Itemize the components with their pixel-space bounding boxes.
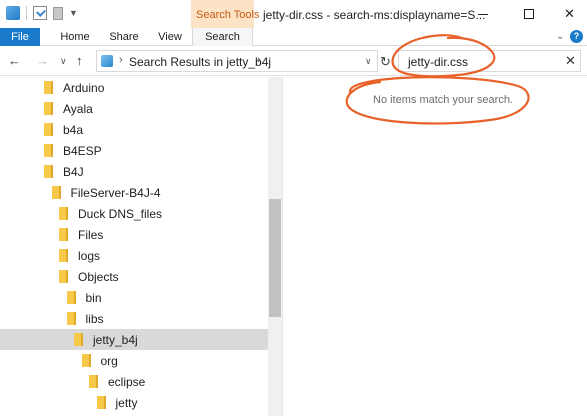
folder-icon: [44, 144, 53, 157]
tree-item-label: Files: [78, 227, 104, 242]
tree-item[interactable]: Arduino: [0, 77, 104, 98]
tree-item[interactable]: Duck DNS_files: [0, 203, 162, 224]
address-dropdown-chevron-icon[interactable]: ∨: [365, 56, 372, 67]
tree-item[interactable]: Files: [0, 224, 103, 245]
tree-item-label: eclipse: [108, 374, 146, 389]
tab-share[interactable]: Share: [104, 28, 144, 46]
tree-item-label: jetty: [115, 395, 138, 410]
navigation-bar: ← → ∨ ↑ › Search Results in jetty_b4j › …: [0, 46, 587, 76]
folder-icon: [89, 375, 98, 388]
window-title: jetty-dir.css - search-ms:displayname=S.…: [263, 8, 486, 22]
tree-item[interactable]: jetty_b4j: [0, 329, 268, 350]
empty-results-message: No items match your search.: [373, 94, 513, 106]
ribbon-tabs: File Home Share View Search ⌄ ?: [0, 28, 587, 47]
refresh-icon[interactable]: ↻: [380, 54, 391, 70]
help-icon[interactable]: ?: [570, 30, 583, 43]
minimize-button[interactable]: [460, 0, 506, 28]
tree-item-label: FileServer-B4J-4: [70, 185, 161, 200]
new-folder-icon[interactable]: [53, 6, 63, 20]
scrollbar-thumb[interactable]: [269, 199, 281, 317]
minimize-icon: [478, 13, 488, 15]
tree-item[interactable]: eclipse: [0, 371, 145, 392]
tree-item-label: Objects: [78, 269, 119, 284]
tree-item-label: bin: [85, 290, 102, 305]
quick-access-toolbar: ▼: [6, 6, 78, 20]
tab-search[interactable]: Search: [192, 28, 253, 47]
search-results-icon: [101, 55, 113, 67]
folder-icon: [74, 333, 83, 346]
close-icon: ✕: [564, 6, 575, 21]
explorer-app-icon[interactable]: [6, 6, 20, 20]
folder-icon: [44, 165, 53, 178]
close-icon[interactable]: ✕: [565, 53, 576, 69]
tree-item-label: libs: [85, 311, 104, 326]
separator: [26, 6, 27, 20]
tree-item-label: b4a: [63, 122, 84, 137]
title-bar: ▼ Search Tools jetty-dir.css - search-ms…: [0, 0, 587, 30]
folder-icon: [44, 123, 53, 136]
folder-icon: [44, 102, 53, 115]
up-arrow-icon[interactable]: ↑: [76, 53, 83, 68]
search-tools-context-label: Search Tools: [196, 9, 260, 21]
tree-item[interactable]: libs: [0, 308, 104, 329]
folder-icon: [59, 249, 68, 262]
tree-item[interactable]: logs: [0, 245, 100, 266]
expand-ribbon-chevron-icon[interactable]: ⌄: [556, 31, 564, 42]
search-input[interactable]: jetty-dir.css: [408, 55, 468, 69]
properties-icon[interactable]: [33, 6, 47, 20]
address-bar[interactable]: › Search Results in jetty_b4j › ∨: [96, 50, 378, 72]
tree-item[interactable]: B4J: [0, 161, 84, 182]
folder-icon: [44, 81, 53, 94]
tree-item-label: B4ESP: [63, 143, 102, 158]
folder-icon: [59, 228, 68, 241]
tree-item[interactable]: jetty: [0, 392, 138, 413]
tree-item-label: Arduino: [63, 80, 105, 95]
tree-item[interactable]: FileServer-B4J-4: [0, 182, 161, 203]
tab-view[interactable]: View: [150, 28, 190, 46]
tree-item-label: Ayala: [63, 101, 93, 116]
close-window-button[interactable]: ✕: [552, 0, 587, 28]
folder-icon: [59, 207, 68, 220]
tree-item-label: B4J: [63, 164, 84, 179]
tab-home[interactable]: Home: [55, 28, 95, 46]
forward-arrow-icon[interactable]: →: [36, 53, 49, 68]
customize-toolbar-chevron-icon[interactable]: ▼: [69, 8, 78, 18]
folder-icon: [59, 270, 68, 283]
tree-item[interactable]: bin: [0, 287, 102, 308]
tree-item[interactable]: org: [0, 350, 118, 371]
tree-item-label: org: [100, 353, 118, 368]
folder-icon: [66, 312, 76, 325]
folder-icon: [81, 354, 91, 367]
tree-item-label: jetty_b4j: [93, 332, 138, 347]
tab-file[interactable]: File: [0, 28, 40, 46]
tree-item[interactable]: B4ESP: [0, 140, 102, 161]
tree-item[interactable]: Ayala: [0, 98, 93, 119]
recent-locations-chevron-icon[interactable]: ∨: [60, 56, 67, 67]
search-box[interactable]: jetty-dir.css ✕: [398, 50, 581, 72]
tree-item-label: Duck DNS_files: [78, 206, 163, 221]
pane-divider[interactable]: [282, 77, 283, 416]
folder-icon: [96, 396, 106, 409]
navigation-pane: Arduino Ayala b4a B4ESP B4J FileServer-B4J-4 D…: [0, 77, 282, 416]
maximize-icon: [524, 9, 534, 19]
folder-icon: [66, 291, 76, 304]
tree-item[interactable]: Objects: [0, 266, 119, 287]
breadcrumb-search-results[interactable]: Search Results in jetty_b4j: [129, 55, 271, 69]
back-arrow-icon[interactable]: ←: [8, 53, 21, 68]
maximize-button[interactable]: [506, 0, 552, 28]
breadcrumb-chevron-icon[interactable]: ›: [257, 54, 261, 66]
folder-icon: [51, 186, 61, 199]
tree-item-label: logs: [78, 248, 101, 263]
breadcrumb-chevron-icon[interactable]: ›: [119, 54, 123, 66]
tree-item[interactable]: b4a: [0, 119, 83, 140]
